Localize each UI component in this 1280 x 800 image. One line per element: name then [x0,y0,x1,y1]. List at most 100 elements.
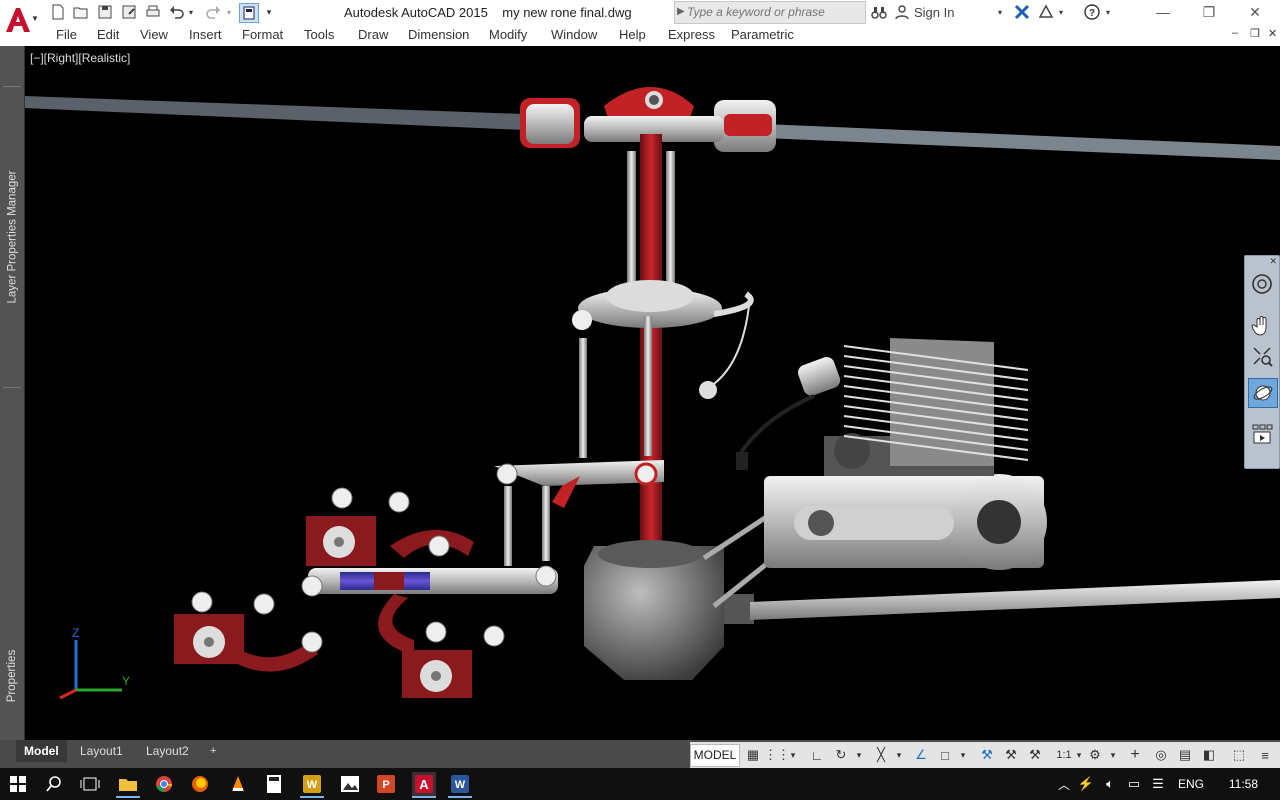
menu-window[interactable]: Window [551,27,597,42]
undo-dropdown-icon[interactable]: ▾ [186,3,196,21]
object-snap-dropdown-icon[interactable]: ▾ [958,746,968,764]
scale-dropdown-icon[interactable]: ▾ [1074,746,1084,764]
file-explorer-icon[interactable] [116,772,140,798]
word-icon[interactable]: W [448,772,472,798]
powerpoint-icon[interactable]: P [374,772,398,796]
doc-minimize-icon[interactable]: – [1232,27,1238,39]
doc-close-icon[interactable]: ✕ [1268,27,1277,40]
annotation-visibility-icon[interactable]: ⚒ [978,746,996,764]
orbit-icon[interactable] [1248,378,1278,408]
full-screen-icon[interactable]: ⬚ [1230,746,1248,764]
viewport-controls[interactable]: [−][Right][Realistic] [30,51,130,65]
exchange-icon[interactable] [1013,3,1031,21]
annotation-scale-icon[interactable]: ⚒ [1026,746,1044,764]
object-snap-icon[interactable]: □ [936,746,954,764]
menu-insert[interactable]: Insert [189,27,222,42]
doc-restore-icon[interactable]: ❐ [1250,27,1260,40]
help-icon[interactable]: ? [1083,3,1101,21]
quick-access-dropdown-icon[interactable]: ▾ [263,3,275,21]
menu-tools[interactable]: Tools [304,27,334,42]
windows-start-icon[interactable] [6,772,30,796]
calculator-icon[interactable] [262,772,286,796]
tab-layout1[interactable]: Layout1 [72,740,131,762]
show-hidden-icons-icon[interactable]: ︿ [1052,772,1076,796]
language-indicator[interactable]: ENG [1178,777,1204,791]
redo-dropdown-icon[interactable]: ▾ [224,3,234,21]
isodraft-icon[interactable]: ╳ [872,746,890,764]
search-box[interactable]: ▶ [674,1,866,24]
save-as-icon[interactable] [120,3,138,21]
quick-properties-icon[interactable]: ▤ [1176,746,1194,764]
power-icon[interactable]: ⚡ [1074,772,1098,796]
minimize-button[interactable]: — [1140,0,1186,24]
properties-tab[interactable]: Properties [3,406,21,736]
menu-parametric[interactable]: Parametric [731,27,794,42]
new-icon[interactable] [49,3,67,21]
model-space-button[interactable]: MODEL [690,744,740,767]
zoom-extents-icon[interactable] [1248,342,1276,370]
pan-icon[interactable] [1248,312,1276,340]
open-icon[interactable] [72,3,90,21]
system-clock[interactable]: 11:58 [1229,777,1258,791]
task-view-icon[interactable] [78,772,102,796]
search-input[interactable] [687,2,857,22]
isodraft-dropdown-icon[interactable]: ▾ [894,746,904,764]
menu-format[interactable]: Format [242,27,283,42]
units-icon[interactable]: ◎ [1152,746,1170,764]
app-dropdown-icon[interactable]: ▾ [1056,3,1066,21]
menu-edit[interactable]: Edit [97,27,119,42]
annotation-monitor-icon[interactable]: + [1126,746,1144,764]
save-icon[interactable] [96,3,114,21]
workspace-dropdown-icon[interactable]: ▾ [1108,746,1118,764]
firefox-icon[interactable] [188,772,212,796]
help-dropdown-icon[interactable]: ▾ [1103,3,1113,21]
polar-tracking-icon[interactable]: ↻ [832,746,850,764]
photos-icon[interactable] [338,772,362,796]
polar-dropdown-icon[interactable]: ▾ [854,746,864,764]
tab-layout2[interactable]: Layout2 [138,740,197,762]
wps-writer-icon[interactable]: W [300,772,324,798]
restore-button[interactable]: ❐ [1186,0,1232,24]
grid-icon[interactable]: ▦ [744,746,762,764]
showmotion-icon[interactable] [1248,420,1276,448]
chrome-icon[interactable] [152,772,176,796]
menu-draw[interactable]: Draw [358,27,388,42]
autocad-taskbar-icon[interactable]: A [412,772,436,798]
ortho-icon[interactable]: ∟ [808,746,826,764]
workspace-switch-icon[interactable]: ⚙ [1086,746,1104,764]
plot-icon[interactable] [144,3,162,21]
steering-wheel-icon[interactable] [1248,270,1276,298]
customization-icon[interactable]: ≡ [1256,746,1274,764]
snap-dropdown-icon[interactable]: ▾ [788,746,798,764]
action-center-icon[interactable]: ☰ [1146,772,1170,796]
auto-scale-icon[interactable]: ⚒ [1002,746,1020,764]
volume-icon[interactable]: 🔈︎ [1098,772,1122,796]
menu-help[interactable]: Help [619,27,646,42]
binoculars-icon[interactable] [870,3,888,21]
expand-arrow-icon[interactable]: ▶ [677,6,685,17]
menu-view[interactable]: View [140,27,168,42]
isolate-objects-icon[interactable]: ◧ [1200,746,1218,764]
tab-model[interactable]: Model [16,740,67,762]
sign-in-link[interactable]: Sign In [914,5,954,20]
workspace-icon[interactable] [239,3,259,23]
layer-properties-manager-tab[interactable]: Layer Properties Manager [3,86,21,388]
redo-icon[interactable] [204,3,222,21]
snap-icon[interactable]: ⋮⋮ [764,746,790,764]
user-icon[interactable] [893,3,911,21]
autodesk-360-icon[interactable] [1037,3,1055,21]
sign-in-dropdown-icon[interactable]: ▾ [995,3,1005,21]
navbar-close-icon[interactable]: ✕ [1269,256,1277,267]
object-snap-tracking-icon[interactable]: ∠ [912,746,930,764]
drawing-canvas[interactable]: Z Y [24,46,1280,740]
menu-express[interactable]: Express [668,27,715,42]
application-menu-button[interactable]: ▼ [0,0,42,46]
add-layout-button[interactable]: + [202,740,224,762]
close-button[interactable]: ✕ [1232,0,1278,24]
network-icon[interactable]: ▭ [1122,772,1146,796]
undo-icon[interactable] [168,3,186,21]
menu-dimension[interactable]: Dimension [408,27,469,42]
vlc-icon[interactable] [226,772,250,796]
menu-modify[interactable]: Modify [489,27,527,42]
menu-file[interactable]: File [56,27,77,42]
